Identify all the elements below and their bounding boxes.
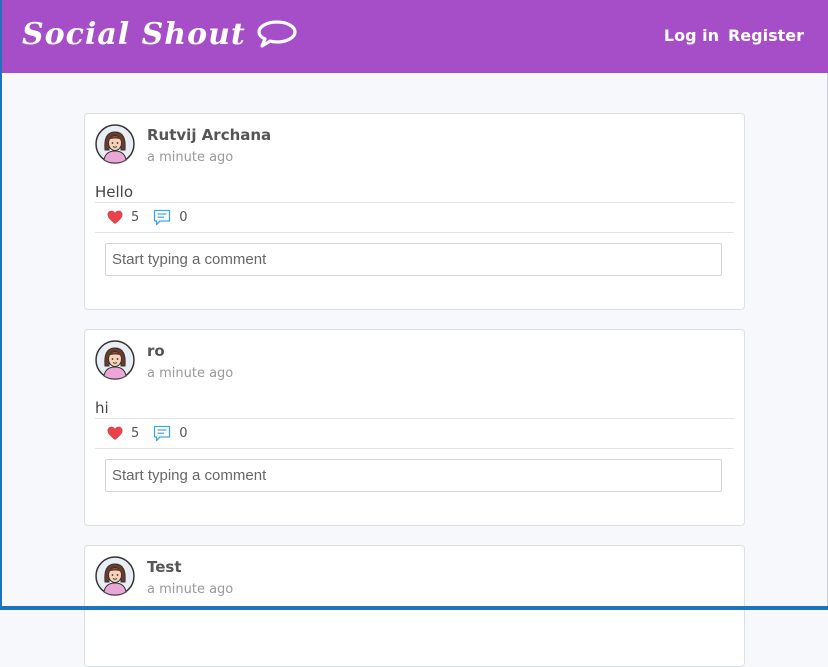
post-actions: 5 0 [95,202,734,233]
post-author[interactable]: Test [147,558,233,576]
post-author[interactable]: Rutvij Archana [147,126,271,144]
avatar[interactable] [95,556,135,596]
speech-bubble-icon [256,18,298,50]
comment-count: 0 [179,426,188,441]
comment-icon [153,209,171,226]
brand-link[interactable]: Social Shout [22,14,298,54]
post-card: Rutvij Archana a minute ago Hello 5 0 [84,113,745,310]
avatar[interactable] [95,124,135,164]
post-time: a minute ago [147,150,234,165]
heart-icon [107,210,123,225]
post-header: Test a minute ago [95,556,233,598]
like-count: 5 [131,426,140,441]
comment-input[interactable] [105,243,722,276]
comment-count: 0 [179,210,188,225]
register-link[interactable]: Register [728,26,804,45]
comment-input[interactable] [105,459,722,492]
post-body: Hello [95,183,134,201]
login-link[interactable]: Log in [664,26,719,45]
post-header: ro a minute ago [95,340,233,382]
like-button[interactable]: 5 [107,426,139,441]
nav-links: Log in Register [664,26,804,45]
like-button[interactable]: 5 [107,210,139,225]
window-border-left [0,0,2,610]
brand-title: Social Shout [22,16,246,52]
window-border-bottom [0,606,828,610]
post-author[interactable]: ro [147,342,233,360]
comment-button[interactable]: 0 [153,209,188,226]
post-time: a minute ago [147,582,234,597]
heart-icon [107,426,123,441]
post-actions: 5 0 [95,418,734,449]
post-card: ro a minute ago hi 5 0 [84,329,745,526]
post-body: hi [95,399,109,417]
avatar[interactable] [95,340,135,380]
navbar: Social Shout Log in Register [0,0,828,73]
post-header: Rutvij Archana a minute ago [95,124,271,166]
post-time: a minute ago [147,366,234,381]
comment-icon [153,425,171,442]
like-count: 5 [131,210,140,225]
comment-button[interactable]: 0 [153,425,188,442]
